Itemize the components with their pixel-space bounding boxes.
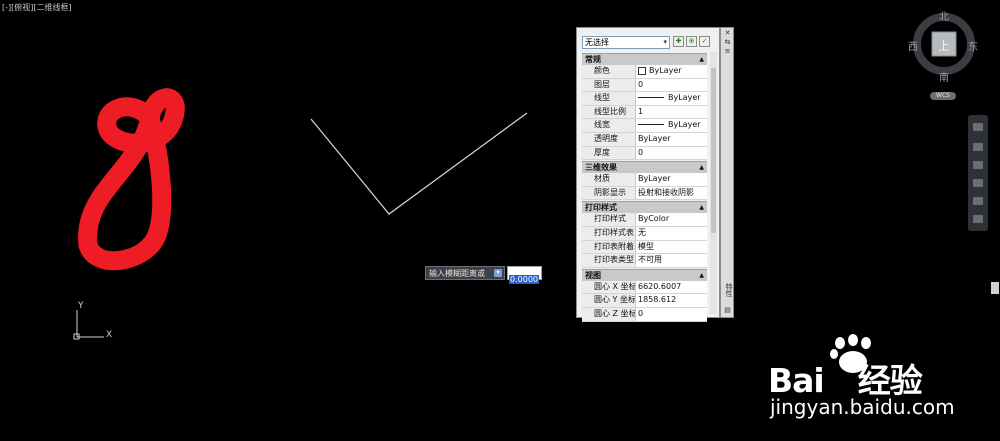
close-icon[interactable]: ✕ [724, 30, 731, 37]
table-row[interactable]: 厚度 0 [582, 146, 707, 161]
table-row[interactable]: 线型比例 1 [582, 105, 707, 120]
compass-west[interactable]: 西 [908, 38, 918, 53]
dynamic-input-prompt: 输入模糊距离或 [425, 266, 505, 280]
ucs-x-label: X [106, 330, 112, 340]
table-row[interactable]: 透明度 ByLayer [582, 132, 707, 147]
collapse-icon: ▲ [699, 164, 704, 172]
table-row[interactable]: 圆心 Z 坐标 0 [582, 307, 707, 322]
orbit-icon[interactable] [973, 179, 983, 187]
polyline-v [310, 112, 528, 215]
selection-value: 无选择 [585, 38, 609, 47]
wcs-menu-button[interactable]: WCS [930, 92, 956, 100]
steering-wheel-icon[interactable] [973, 123, 983, 131]
showmotion-icon[interactable] [973, 197, 983, 205]
viewcube[interactable]: 北 南 东 西 上 [908, 8, 978, 84]
compass-north[interactable]: 北 [939, 8, 949, 23]
table-row[interactable]: 打印样式表无 [582, 226, 707, 241]
table-row[interactable]: 打印表类型 不可用 [582, 254, 707, 268]
navigation-bar[interactable] [968, 115, 988, 231]
palette-settings-icon[interactable]: ▤ [724, 307, 731, 314]
dynamic-input-field[interactable]: 0.0000 [507, 266, 542, 284]
properties-scrollbar-thumb[interactable] [711, 68, 716, 233]
viewcube-face-top[interactable]: 上 [938, 37, 950, 54]
zoom-icon[interactable] [973, 161, 983, 169]
collapse-icon: ▲ [699, 204, 704, 212]
compass-east[interactable]: 东 [968, 38, 978, 53]
linetype-sample [638, 97, 664, 99]
collapse-icon: ▲ [699, 271, 704, 279]
red-sketch-stroke [78, 88, 185, 271]
quick-select-button[interactable]: ✓ [699, 36, 710, 47]
table-row[interactable]: 图层 0 [582, 78, 707, 93]
table-row[interactable]: 圆心 X 坐标 6620.6007 [582, 280, 707, 295]
collapse-icon: ▲ [699, 56, 704, 63]
category-3d-effects[interactable]: 三维效果 ▲ [582, 161, 707, 174]
table-row[interactable]: 打印表附着到模型 [582, 240, 707, 255]
table-row[interactable]: 材质 ByLayer [582, 173, 707, 187]
compass-south[interactable]: 南 [939, 69, 949, 84]
palette-menu-icon[interactable]: ≡ [724, 48, 731, 55]
table-row[interactable]: 阴影显示 投射和接收阴影 [582, 186, 707, 201]
scrollbar-thumb[interactable] [991, 282, 999, 294]
property-grid[interactable]: 常规 ▲ 颜色 ByLayer 图层 0 线型 ByLayer 线型比例 1 线宽 ByLa… [582, 52, 707, 322]
table-row[interactable]: 颜色 ByLayer [582, 65, 707, 79]
chevron-down-icon: ▾ [663, 38, 667, 46]
autohide-icon[interactable]: ⇆ [724, 39, 731, 46]
nav-customize-icon[interactable] [973, 215, 983, 223]
color-swatch-icon [638, 66, 646, 75]
category-plot-style[interactable]: 打印样式 ▲ [582, 201, 707, 214]
category-view[interactable]: 视图 ▲ [582, 268, 707, 281]
watermark-url: jingyan.baidu.com [770, 395, 955, 419]
toggle-pickadd-button[interactable]: ✚ [673, 36, 684, 47]
properties-titlebar[interactable]: ✕ ⇆ ≡ ▤ [720, 27, 734, 318]
selection-dropdown[interactable]: 无选择 ▾ [582, 36, 670, 49]
dynamic-input-value: 0.0000 [509, 275, 539, 284]
table-row[interactable]: 线型 ByLayer [582, 92, 707, 106]
table-row[interactable]: 圆心 Y 坐标 1858.612 [582, 294, 707, 308]
properties-title: 特性 [725, 283, 733, 297]
category-general[interactable]: 常规 ▲ [582, 53, 707, 65]
table-row[interactable]: 线宽 ByLayer [582, 119, 707, 133]
ucs-y-label: Y [77, 301, 84, 311]
select-objects-button[interactable]: ⊕ [686, 36, 697, 47]
lineweight-sample [638, 124, 664, 126]
table-row[interactable]: 打印样式 ByColor [582, 213, 707, 227]
pan-icon[interactable] [973, 143, 983, 151]
dynamic-input-options-icon[interactable]: ▾ [494, 269, 502, 277]
